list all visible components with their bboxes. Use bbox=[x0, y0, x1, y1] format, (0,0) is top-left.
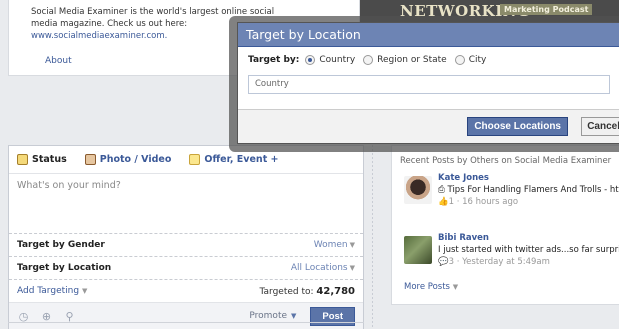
schedule-clock-icon[interactable]: ◷ bbox=[17, 310, 30, 323]
target-location-label: Target by Location bbox=[17, 263, 112, 273]
divider bbox=[8, 322, 364, 323]
dialog-body: Target by: Country Region or State City … bbox=[238, 47, 619, 94]
tab-status[interactable]: Status bbox=[17, 154, 67, 165]
radio-city[interactable]: City bbox=[454, 55, 487, 65]
radio-city-label: City bbox=[468, 55, 487, 65]
target-location-dialog: Target by Location Target by: Country Re… bbox=[237, 22, 619, 144]
status-input[interactable]: What's on your mind? bbox=[9, 174, 363, 234]
radio-button[interactable] bbox=[454, 55, 465, 65]
photo-icon bbox=[84, 154, 96, 165]
chevron-down-icon: ▼ bbox=[452, 283, 459, 291]
attachment-icon: ⎙ bbox=[438, 185, 445, 195]
choose-locations-button[interactable]: Choose Locations bbox=[467, 117, 568, 136]
tab-status-label: Status bbox=[32, 154, 67, 165]
tab-photo-label: Photo / Video bbox=[99, 154, 172, 165]
banner-podcast: Marketing Podcast bbox=[500, 4, 593, 15]
target-location-row[interactable]: Target by Location All Locations ▼ bbox=[9, 257, 363, 280]
target-by-label: Target by: bbox=[248, 55, 300, 65]
composer-action-bar: ◷ ⊕ ⚲ Promote ▼ Post bbox=[9, 303, 363, 329]
location-pin-icon[interactable]: ⚲ bbox=[63, 310, 76, 323]
target-by-options: Target by: Country Region or State City bbox=[248, 55, 618, 65]
list-item: Kate Jones ⎙ Tips For Handling Flamers A… bbox=[392, 172, 619, 226]
target-gender-label: Target by Gender bbox=[17, 240, 105, 250]
post-time[interactable]: · Yesterday at 5:49am bbox=[457, 257, 550, 267]
chevron-down-icon: ▼ bbox=[291, 312, 297, 320]
promote-button[interactable]: Promote ▼ bbox=[249, 311, 296, 321]
avatar[interactable] bbox=[404, 236, 432, 264]
add-targeting-link[interactable]: Add Targeting ▼ bbox=[17, 286, 87, 296]
column-divider bbox=[372, 145, 373, 329]
radio-region[interactable]: Region or State bbox=[363, 55, 447, 65]
tab-offer-label: Offer, Event + bbox=[204, 154, 279, 165]
radio-country-label: Country bbox=[319, 55, 356, 65]
post-meta: 💬3 · Yesterday at 5:49am bbox=[438, 256, 619, 268]
target-gender-row[interactable]: Target by Gender Women ▼ bbox=[9, 234, 363, 257]
comment-count: 3 bbox=[448, 257, 455, 267]
offer-icon bbox=[189, 154, 201, 165]
more-posts-label: More Posts bbox=[404, 282, 450, 292]
targeted-number: 42,780 bbox=[316, 285, 355, 297]
avatar[interactable] bbox=[404, 176, 432, 204]
chevron-down-icon: ▼ bbox=[349, 264, 355, 272]
post-text: I just started with twitter ads...so far… bbox=[438, 245, 619, 255]
target-location-select[interactable]: All Locations ▼ bbox=[291, 263, 355, 273]
radio-button[interactable] bbox=[305, 55, 316, 65]
targeted-prefix: Targeted to: bbox=[259, 286, 314, 297]
post-author-link[interactable]: Bibi Raven bbox=[438, 232, 619, 244]
post-meta: 👍1 · 16 hours ago bbox=[438, 196, 619, 208]
composer: Status Photo / Video Offer, Event + What… bbox=[8, 145, 364, 329]
chevron-down-icon: ▼ bbox=[349, 241, 355, 249]
recent-posts-panel: Recent Posts by Others on Social Media E… bbox=[391, 145, 619, 305]
tab-offer-event[interactable]: Offer, Event + bbox=[189, 154, 279, 165]
post-body: Kate Jones ⎙ Tips For Handling Flamers A… bbox=[438, 172, 619, 208]
post-body: Bibi Raven I just started with twitter a… bbox=[438, 232, 619, 268]
location-input[interactable]: Country bbox=[248, 75, 610, 94]
radio-country[interactable]: Country bbox=[305, 55, 355, 65]
add-targeting-row: Add Targeting ▼ Targeted to: 42,780 bbox=[9, 280, 363, 303]
target-location-value: All Locations bbox=[290, 263, 348, 273]
comment-icon: 💬 bbox=[438, 257, 449, 267]
targeted-count: Targeted to: 42,780 bbox=[260, 286, 356, 297]
radio-button[interactable] bbox=[363, 55, 374, 65]
add-targeting-label: Add Targeting bbox=[17, 286, 80, 296]
target-gender-value: Women bbox=[313, 240, 348, 250]
like-icon: 👍 bbox=[438, 197, 449, 207]
post-time[interactable]: · 16 hours ago bbox=[457, 197, 518, 207]
chevron-down-icon: ▼ bbox=[82, 287, 88, 295]
like-count: 1 bbox=[448, 197, 455, 207]
modal-overlay: Target by Location Target by: Country Re… bbox=[229, 16, 619, 152]
promote-label: Promote bbox=[249, 311, 288, 321]
more-posts-link[interactable]: More Posts ▼ bbox=[404, 282, 458, 292]
post-text: Tips For Handling Flamers And Trolls - h… bbox=[447, 185, 619, 195]
dialog-footer: Choose Locations Cancel bbox=[238, 109, 619, 143]
about-link[interactable]: About bbox=[45, 56, 72, 66]
target-gender-select[interactable]: Women ▼ bbox=[314, 240, 355, 250]
target-crosshair-icon[interactable]: ⊕ bbox=[40, 310, 53, 323]
status-icon bbox=[17, 154, 28, 165]
post-author-link[interactable]: Kate Jones bbox=[438, 172, 619, 184]
list-item: Bibi Raven I just started with twitter a… bbox=[392, 232, 619, 286]
tab-photo-video[interactable]: Photo / Video bbox=[84, 154, 172, 165]
dialog-title: Target by Location bbox=[238, 23, 619, 47]
radio-region-label: Region or State bbox=[377, 55, 447, 65]
composer-column: Status Photo / Video Offer, Event + What… bbox=[8, 145, 364, 329]
cancel-button[interactable]: Cancel bbox=[581, 117, 619, 136]
post-text-link[interactable]: ⎙ Tips For Handling Flamers And Trolls -… bbox=[438, 184, 619, 196]
